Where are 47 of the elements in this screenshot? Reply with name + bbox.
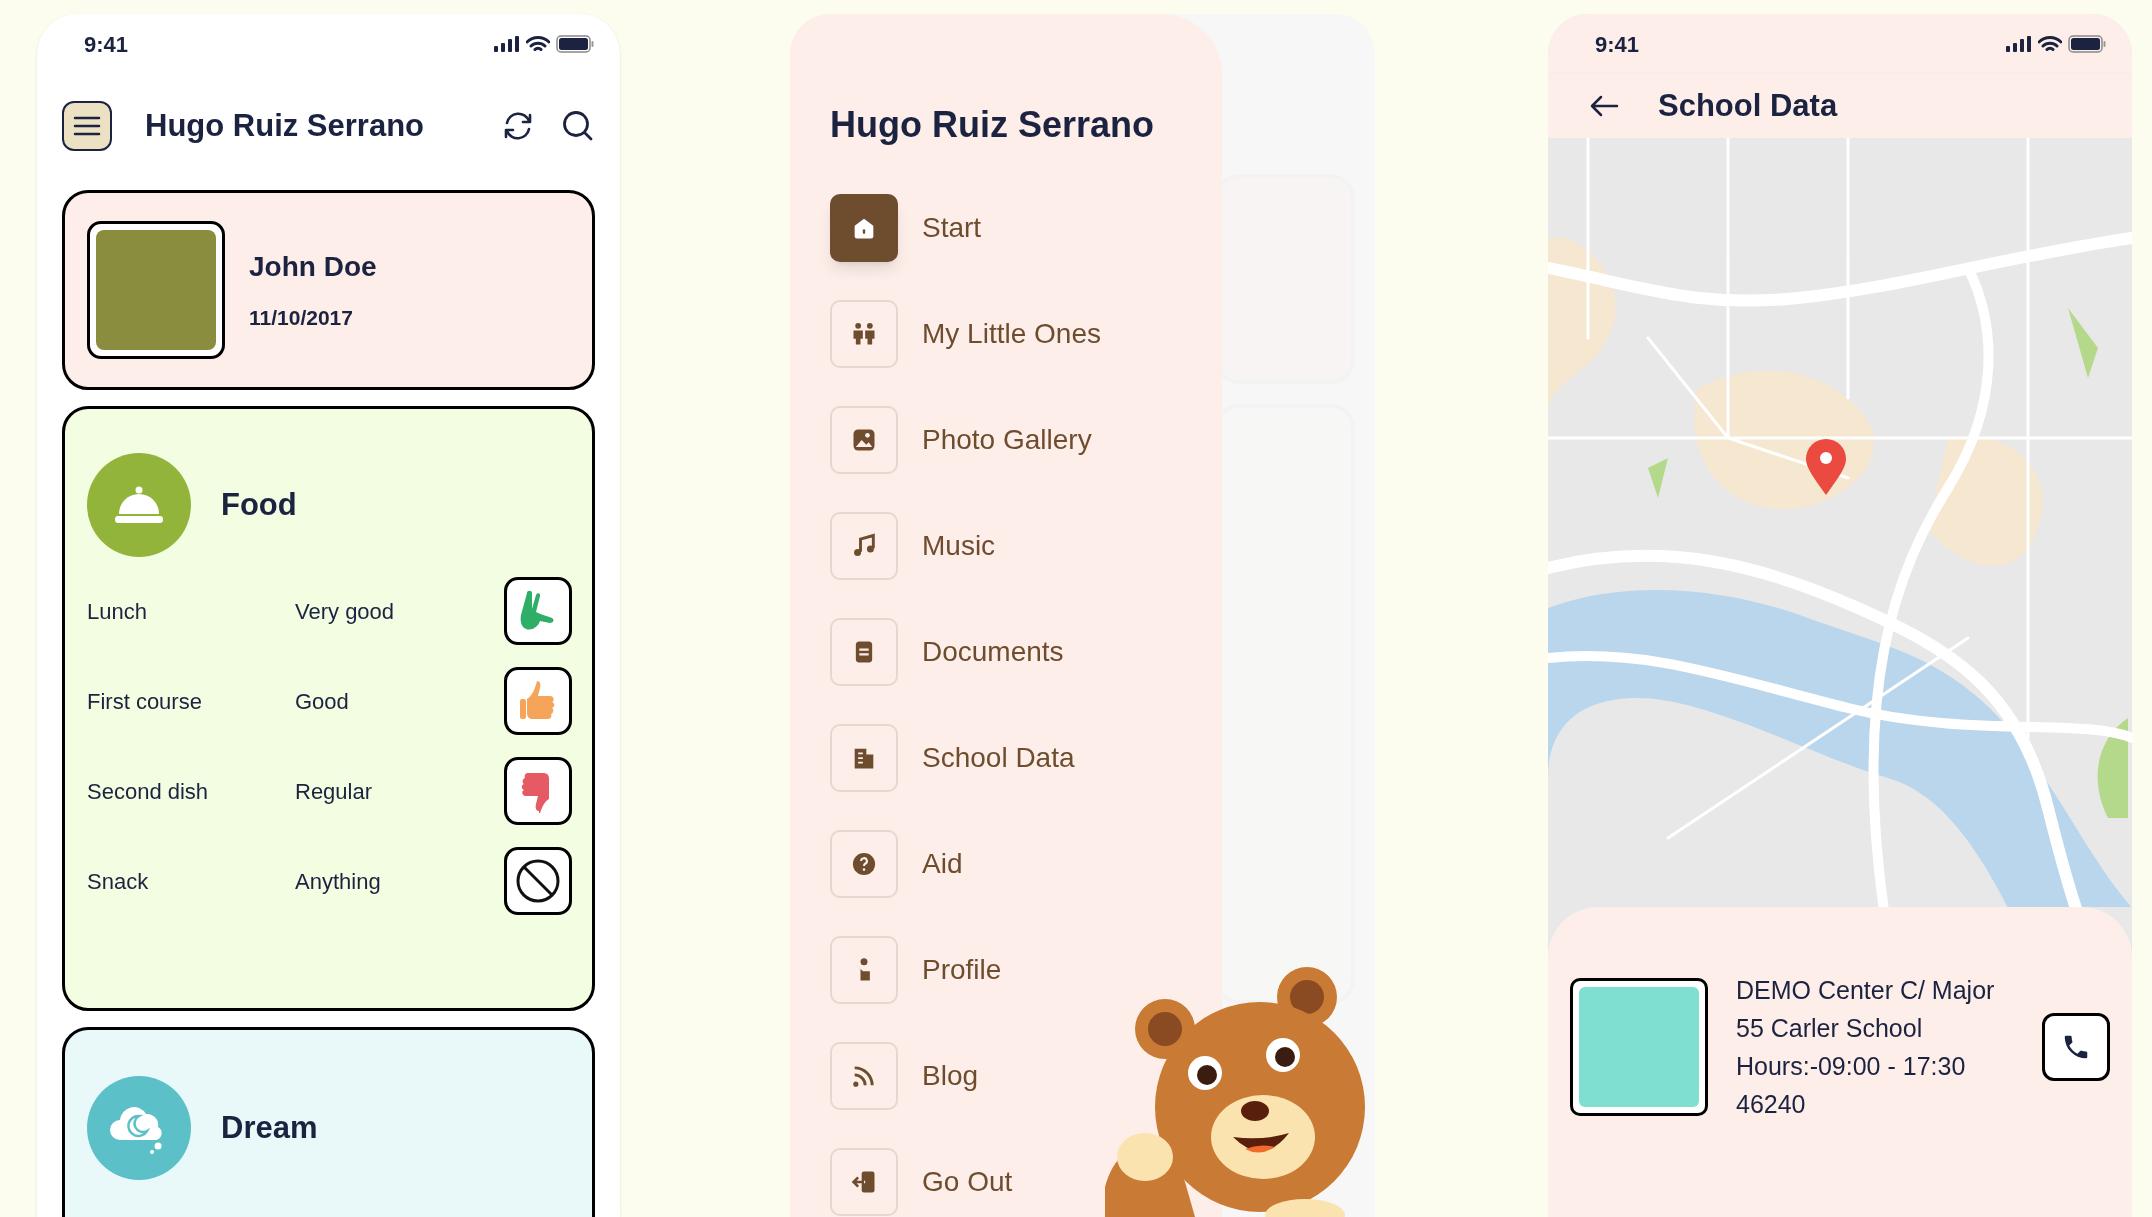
header-title: Hugo Ruiz Serrano: [145, 106, 425, 145]
meal-rating: Anything: [295, 867, 382, 896]
meal-rating: Good: [295, 687, 350, 716]
battery-icon: [556, 35, 594, 53]
child-name: John Doe: [249, 250, 377, 285]
menu-item[interactable]: Photo Gallery: [830, 406, 1092, 474]
cloche-icon: [114, 486, 164, 524]
drawer-title: Hugo Ruiz Serrano: [830, 103, 1156, 147]
menu-item[interactable]: Documents: [830, 618, 1064, 686]
child-card[interactable]: John Doe 11/10/2017: [62, 190, 595, 390]
screen-title: School Data: [1658, 86, 1838, 125]
meal-label: Second dish: [87, 777, 210, 806]
school-info-line: 55 Carler School: [1736, 1013, 1924, 1043]
back-arrow-icon: [1589, 95, 1619, 117]
child-birthdate: 11/10/2017: [249, 305, 354, 332]
menu-button[interactable]: [62, 101, 112, 151]
meal-label: First course: [87, 687, 203, 716]
status-time: 9:41: [84, 30, 129, 59]
menu-item[interactable]: Go Out: [830, 1148, 1013, 1216]
prohibited-icon: [515, 858, 561, 904]
menu-item[interactable]: My Little Ones: [830, 300, 1101, 368]
menu-item[interactable]: School Data: [830, 724, 1075, 792]
search-icon: [562, 110, 594, 142]
menu-item[interactable]: Profile: [830, 936, 1002, 1004]
school-info-line: Hours:-09:00 - 17:30: [1736, 1051, 1967, 1081]
dream-title: Dream: [221, 1108, 318, 1147]
battery-icon: [2068, 35, 2106, 53]
menu-icon: [73, 116, 101, 136]
status-time: 9:41: [1595, 30, 1640, 59]
menu-item[interactable]: Start: [830, 194, 982, 262]
question-icon: [850, 850, 878, 878]
meal-label: Lunch: [87, 597, 148, 626]
school-info-line: DEMO Center C/ Major: [1736, 975, 1996, 1005]
map-pin-icon: [1806, 439, 1846, 495]
signal-icon: [494, 36, 520, 52]
menu-item[interactable]: Music: [830, 512, 996, 580]
signal-icon: [2006, 36, 2032, 52]
wifi-icon: [2038, 35, 2062, 53]
menu-item[interactable]: Blog: [830, 1042, 979, 1110]
call-button[interactable]: [2042, 1013, 2110, 1081]
menu-item[interactable]: Aid: [830, 830, 963, 898]
meal-label: Snack: [87, 867, 150, 896]
wifi-icon: [526, 35, 550, 53]
meal-rating: Very good: [295, 597, 396, 626]
school-info-line: 46240: [1736, 1089, 1807, 1119]
food-title: Food: [221, 485, 297, 524]
meal-rating: Regular: [295, 777, 374, 806]
